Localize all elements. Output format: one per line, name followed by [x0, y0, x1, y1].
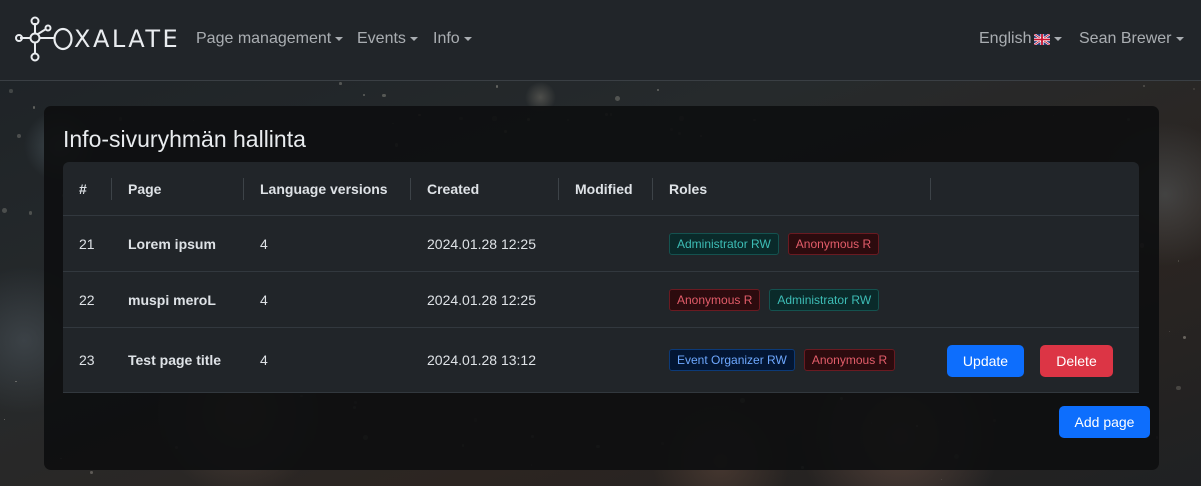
nav-events[interactable]: Events — [357, 30, 418, 48]
role-badge: Event Organizer RW — [669, 349, 795, 371]
col-header-modified: Modified — [575, 181, 633, 197]
cell-modified — [559, 216, 575, 271]
cell-language-versions: 4 — [260, 235, 268, 252]
nav-label: Info — [433, 30, 460, 47]
user-name: Sean Brewer — [1079, 30, 1172, 47]
background-speck — [1169, 331, 1171, 333]
background-speck — [1142, 84, 1145, 87]
cell-modified — [559, 272, 575, 327]
nav-page-management[interactable]: Page management — [196, 30, 344, 48]
background-speck — [15, 380, 17, 383]
caret-down-icon — [409, 37, 418, 41]
role-badge: Administrator RW — [769, 288, 880, 311]
cell-page: Test page title — [128, 352, 222, 368]
col-header-page: Page — [128, 181, 162, 197]
nav-label: Events — [357, 30, 406, 47]
role-badge: Anonymous R — [787, 232, 880, 255]
background-speck — [9, 89, 13, 93]
update-button[interactable]: Update — [947, 345, 1024, 377]
cell-id: 23 — [79, 352, 95, 368]
background-speck — [32, 106, 36, 109]
cell-created: 2024.01.28 12:25 — [427, 235, 536, 252]
background-speck — [614, 96, 620, 101]
background-speck — [363, 93, 366, 96]
background-speck — [90, 471, 93, 474]
logo-o-icon — [53, 27, 73, 51]
table-row: 21 Lorem ipsum 4 2024.01.28 12:25 Admini… — [63, 216, 1139, 272]
cell-modified — [559, 328, 575, 392]
background-speck — [1177, 260, 1180, 262]
background-speck — [1176, 386, 1181, 391]
role-badge: Anonymous R — [803, 349, 896, 371]
col-header-id: # — [79, 181, 87, 197]
top-navbar: XALATE Page management Events Info Engli… — [0, 0, 1201, 81]
caret-down-icon — [1054, 37, 1063, 41]
table-header: # Page Language versions Created Modifie… — [63, 162, 1139, 216]
cell-created: 2024.01.28 12:25 — [427, 291, 536, 308]
cell-created: 2024.01.28 13:12 — [427, 352, 536, 368]
caret-down-icon — [463, 37, 472, 41]
col-header-created: Created — [427, 181, 480, 197]
caret-down-icon — [335, 37, 344, 41]
background-speck — [495, 85, 499, 89]
role-badge: Administrator RW — [669, 232, 779, 255]
language-dropdown[interactable]: English — [979, 30, 1063, 48]
background-speck — [28, 211, 32, 215]
uk-flag-icon — [1034, 33, 1051, 45]
col-header-roles: Roles — [669, 181, 708, 197]
user-dropdown[interactable]: Sean Brewer — [1079, 30, 1184, 48]
table-row: 22 muspi meroL 4 2024.01.28 12:25 Anonym… — [63, 272, 1139, 328]
background-speck — [3, 418, 6, 421]
background-speck — [1193, 87, 1196, 90]
brand-text: XALATE — [74, 25, 181, 53]
add-page-button[interactable]: Add page — [1059, 406, 1150, 438]
background-speck — [382, 93, 387, 98]
role-badge: Anonymous R — [669, 288, 761, 311]
background-speck — [339, 82, 342, 85]
cell-id: 22 — [79, 291, 95, 308]
background-speck — [940, 478, 943, 480]
background-speck — [17, 133, 22, 138]
cell-roles: Anonymous R Administrator RW — [653, 272, 888, 327]
cell-roles: Event Organizer RW Anonymous R — [653, 328, 904, 392]
col-header-language-versions: Language versions — [260, 181, 388, 197]
cell-page: Lorem ipsum — [128, 235, 216, 252]
card-title: Info-sivuryhmän hallinta — [63, 126, 306, 152]
cell-page: muspi meroL — [128, 291, 216, 308]
pages-table: # Page Language versions Created Modifie… — [63, 162, 1139, 393]
table-row: 23 Test page title 4 2024.01.28 13:12 Ev… — [63, 328, 1139, 393]
nav-info[interactable]: Info — [433, 30, 472, 48]
caret-down-icon — [1175, 37, 1184, 41]
cell-roles: Administrator RW Anonymous R — [653, 216, 888, 271]
molecule-logo-icon — [15, 16, 54, 62]
cell-language-versions: 4 — [260, 291, 268, 308]
background-speck — [656, 88, 660, 92]
background-speck — [1182, 336, 1187, 340]
language-label: English — [979, 30, 1032, 47]
col-header-actions — [931, 162, 947, 216]
page-group-card: Info-sivuryhmän hallinta # Page Language… — [44, 106, 1159, 470]
nav-label: Page management — [196, 30, 332, 47]
background-speck — [2, 208, 7, 214]
cell-language-versions: 4 — [260, 352, 268, 368]
brand-logo[interactable]: XALATE — [14, 16, 180, 62]
cell-id: 21 — [79, 235, 95, 252]
delete-button[interactable]: Delete — [1040, 345, 1113, 377]
